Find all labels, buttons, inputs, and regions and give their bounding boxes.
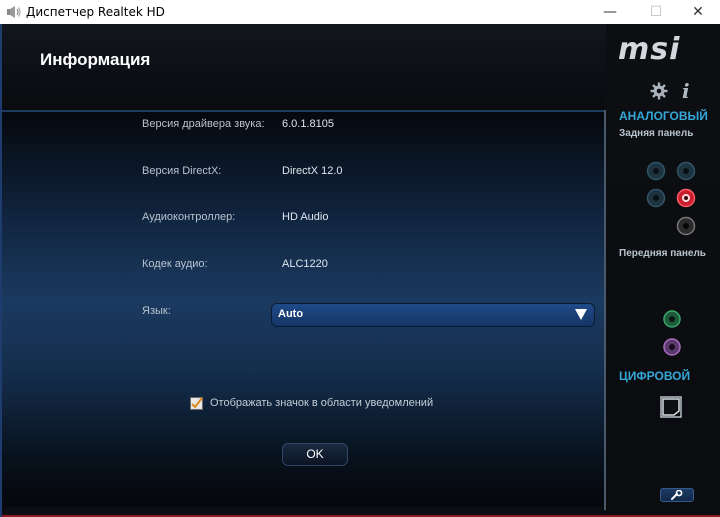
directx-version-value: DirectX 12.0 (282, 165, 343, 177)
front-jack-green-icon[interactable] (662, 309, 682, 329)
triangle-down-icon (575, 309, 587, 320)
maximize-button[interactable]: ☐ (634, 0, 678, 24)
rear-jack-icon[interactable] (676, 216, 696, 236)
language-label: Язык: (142, 305, 171, 317)
directx-version-label: Версия DirectX: (142, 165, 222, 177)
info-icon[interactable]: i (682, 79, 690, 103)
window-border (0, 24, 2, 517)
tools-button[interactable] (660, 488, 694, 502)
page-title: Информация (40, 50, 151, 69)
audio-controller-value: HD Audio (282, 211, 329, 223)
brand-logo: msi (618, 32, 681, 67)
audio-codec-label: Кодек аудио: (142, 258, 208, 270)
language-dropdown[interactable]: Auto (272, 304, 594, 326)
driver-version-value: 6.0.1.8105 (282, 118, 334, 130)
rear-jack-icon[interactable] (646, 188, 666, 208)
digital-section-title: ЦИФРОВОЙ (619, 369, 691, 383)
analog-section-title: АНАЛОГОВЫЙ (619, 109, 708, 123)
gear-icon[interactable] (650, 82, 668, 100)
audio-codec-value: ALC1220 (282, 258, 328, 270)
audio-controller-label: Аудиоконтроллер: (142, 211, 236, 223)
close-button[interactable]: ✕ (676, 0, 720, 24)
rear-jack-icon[interactable] (676, 161, 696, 181)
wrench-icon (671, 490, 683, 500)
driver-version-label: Версия драйвера звука: (142, 118, 265, 130)
tray-icon-label: Отображать значок в области уведомлений (210, 397, 434, 409)
rear-jack-icon[interactable] (646, 161, 666, 181)
page-header: Информация (2, 24, 606, 110)
speaker-icon (7, 6, 21, 18)
language-value: Auto (278, 308, 304, 320)
checkmark-icon (191, 397, 203, 409)
ok-button[interactable]: OK (282, 443, 348, 466)
rear-panel-label: Задняя панель (619, 128, 694, 139)
client-area: Информация Версия драйвера звука: 6.0.1.… (0, 24, 720, 517)
spdif-port-icon[interactable] (660, 396, 682, 418)
front-panel-label: Передняя панель (619, 248, 706, 259)
rear-jack-active-icon[interactable] (676, 188, 696, 208)
window-title: Диспетчер Realtek HD (26, 5, 165, 19)
front-jack-pink-icon[interactable] (662, 337, 682, 357)
minimize-button[interactable]: — (588, 0, 632, 24)
tray-icon-checkbox[interactable] (190, 397, 203, 410)
title-bar: Диспетчер Realtek HD — ☐ ✕ (0, 0, 720, 24)
